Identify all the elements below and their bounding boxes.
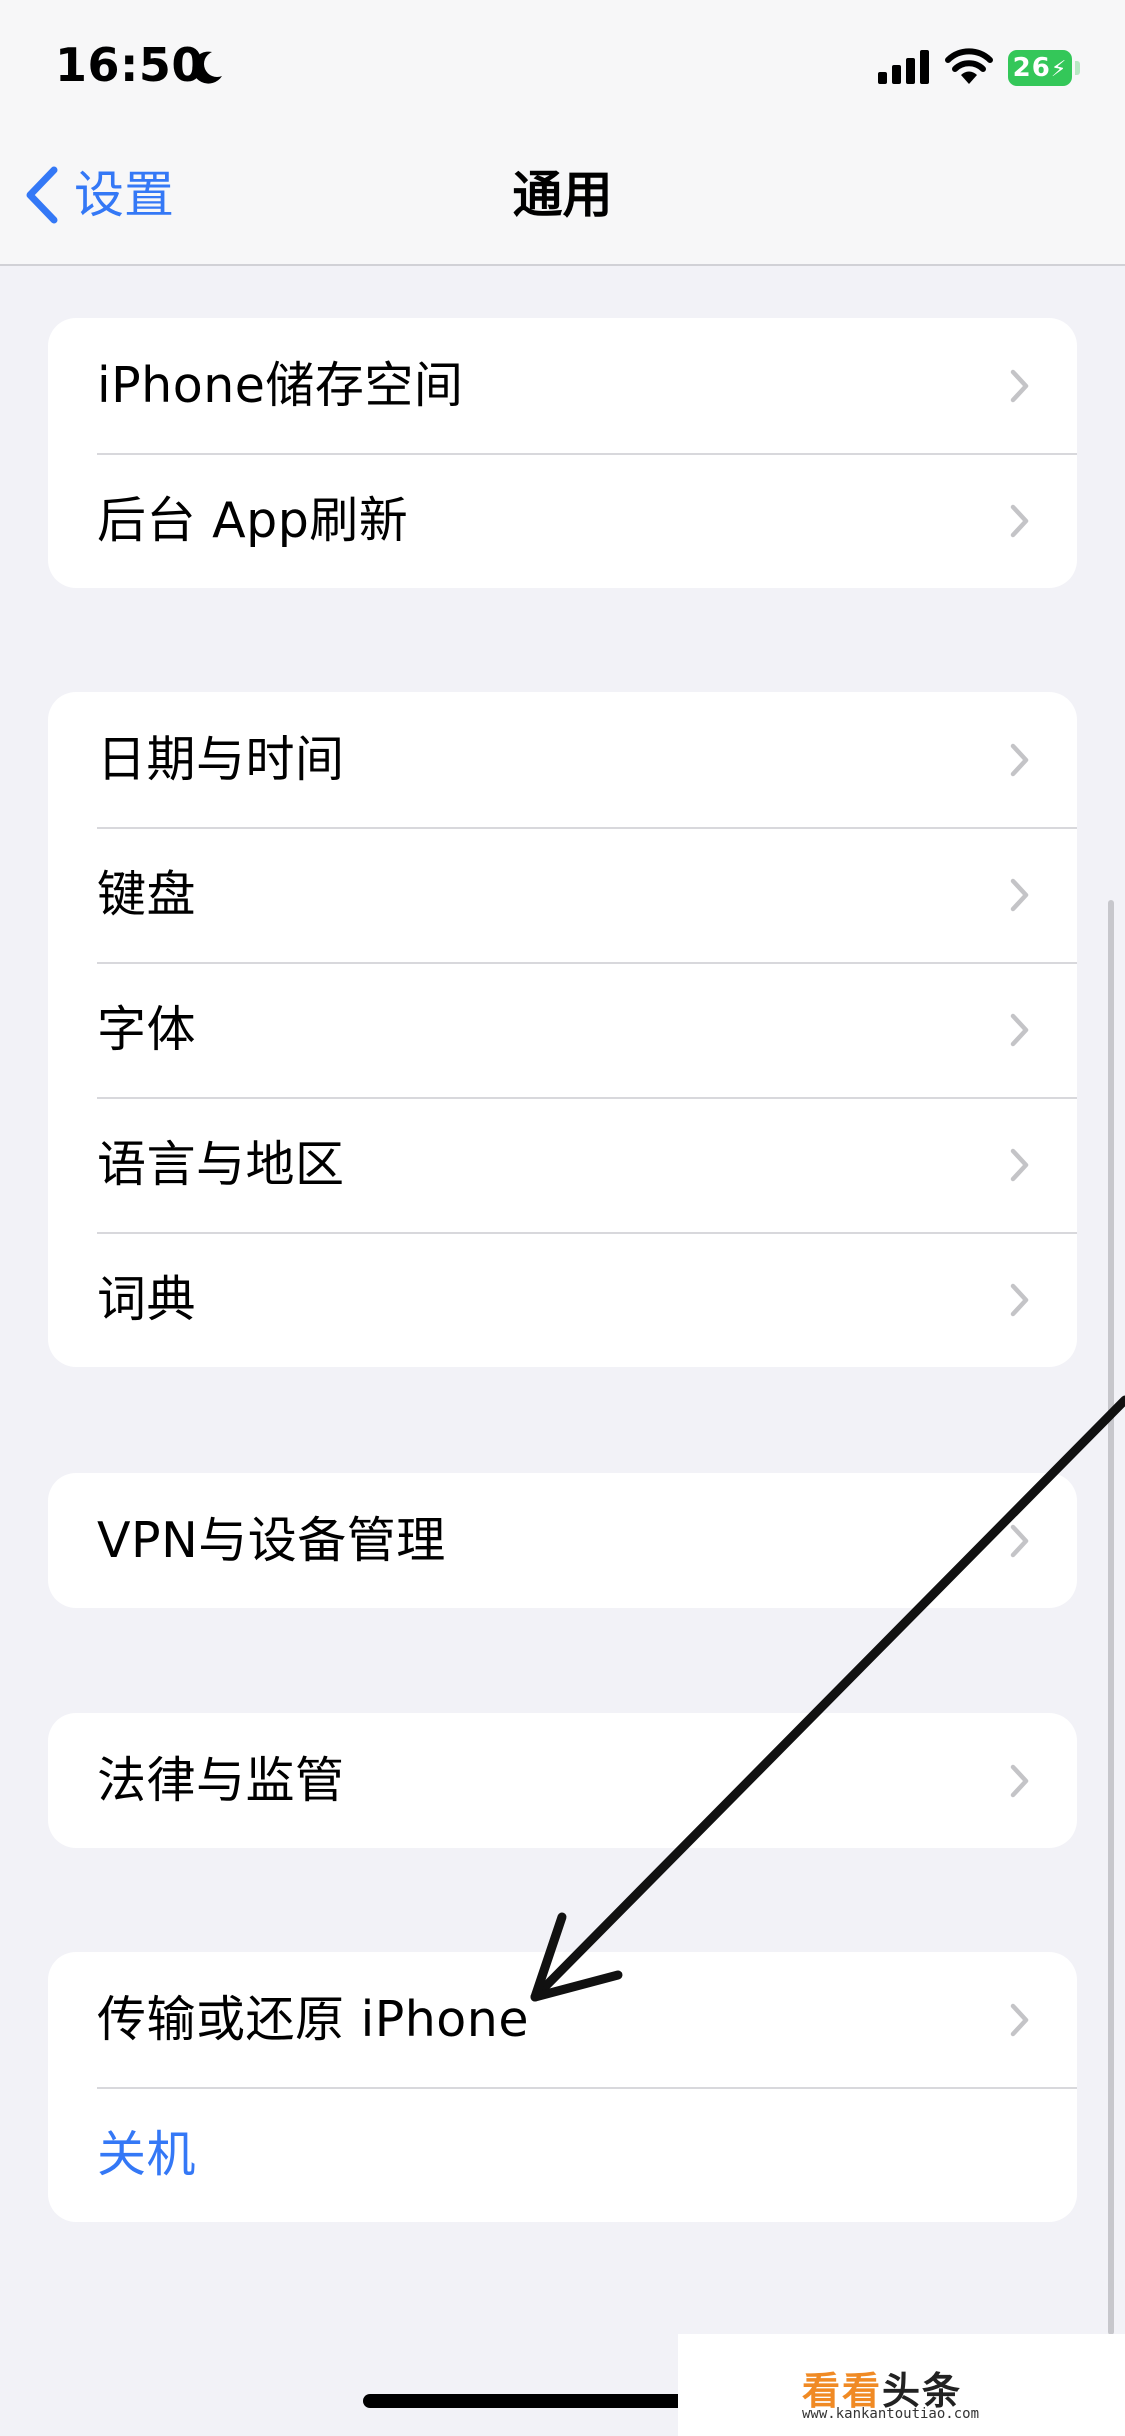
row-dictionary[interactable]: 词典 [48,1232,1077,1367]
wifi-icon [945,48,993,84]
back-button[interactable]: 设置 [24,160,174,230]
row-shut-down[interactable]: 关机 [48,2087,1077,2222]
settings-group-reset: 传输或还原 iPhone 关机 [48,1952,1077,2222]
chevron-right-icon [1010,1764,1029,1797]
chevron-right-icon [1010,1148,1029,1181]
row-label: 法律与监管 [97,1751,345,1809]
row-date-time[interactable]: 日期与时间 [48,692,1077,827]
moon-icon [192,51,222,84]
battery-charging-icon: 26⚡ [1008,50,1072,86]
row-label: 日期与时间 [97,730,345,788]
row-fonts[interactable]: 字体 [48,962,1077,1097]
row-keyboard[interactable]: 键盘 [48,827,1077,962]
chevron-right-icon [1010,1524,1029,1557]
row-transfer-reset-iphone[interactable]: 传输或还原 iPhone [48,1952,1077,2087]
row-iphone-storage[interactable]: iPhone储存空间 [48,318,1077,453]
row-label: 后台 App刷新 [97,491,409,549]
battery-level: 26 [1012,53,1051,83]
row-language-region[interactable]: 语言与地区 [48,1097,1077,1232]
row-label: 字体 [97,1000,197,1058]
back-label: 设置 [74,166,174,224]
shut-down-label: 关机 [97,2125,197,2183]
chevron-right-icon [1010,878,1029,911]
row-label: 传输或还原 iPhone [97,1990,529,2048]
row-vpn-device-management[interactable]: VPN与设备管理 [48,1473,1077,1608]
settings-group-locale: 日期与时间 键盘 字体 语言与地区 词典 [48,692,1077,1367]
row-label: iPhone储存空间 [97,356,464,414]
chevron-right-icon [1010,1283,1029,1316]
row-label: 语言与地区 [97,1135,345,1193]
row-label: 键盘 [97,865,197,923]
scroll-indicator[interactable] [1108,900,1114,2335]
signal-icon [878,50,929,84]
battery-cap [1075,61,1080,75]
settings-group-legal: 法律与监管 [48,1713,1077,1848]
settings-group-vpn: VPN与设备管理 [48,1473,1077,1608]
settings-group-storage: iPhone储存空间 后台 App刷新 [48,318,1077,588]
chevron-right-icon [1010,504,1029,537]
chevron-left-icon [26,166,58,224]
row-background-app-refresh[interactable]: 后台 App刷新 [48,453,1077,588]
row-legal-regulatory[interactable]: 法律与监管 [48,1713,1077,1848]
row-label: VPN与设备管理 [97,1511,446,1569]
watermark: 看看头条 www.kankantoutiao.com [678,2334,1125,2436]
chevron-right-icon [1010,743,1029,776]
nav-bar: 设置 通用 [0,130,1125,266]
chevron-right-icon [1010,369,1029,402]
status-bar: 16:50 26⚡ [0,0,1125,130]
status-time: 16:50 [55,38,204,92]
row-label: 词典 [97,1270,197,1328]
chevron-right-icon [1010,1013,1029,1046]
chevron-right-icon [1010,2003,1029,2036]
watermark-url: www.kankantoutiao.com [802,2406,980,2422]
